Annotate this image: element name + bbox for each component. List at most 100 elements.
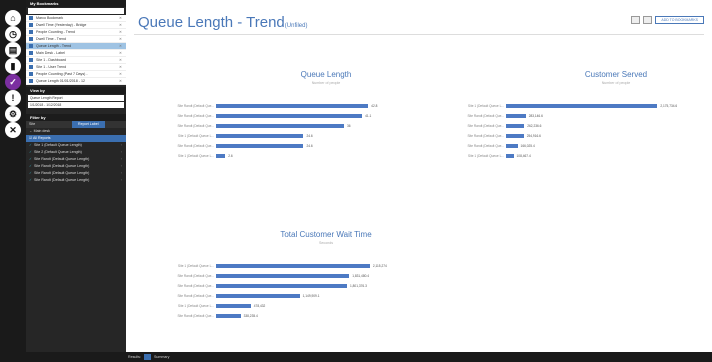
bar-value-label: 166,025.4 <box>520 144 535 148</box>
bar-label: Site Randt (Default Que... <box>177 114 215 118</box>
bookmark-item[interactable]: Queue Length 01/01/2018 - 12 ✕ <box>26 78 126 85</box>
bar-value-label: 338,235.4 <box>243 314 258 318</box>
bookmark-search-input[interactable] <box>28 8 124 14</box>
remove-icon[interactable]: ✕ <box>119 43 122 49</box>
bookmark-item[interactable]: People Counting (Past 7 Days) - ✕ <box>26 71 126 78</box>
bar[interactable] <box>216 144 304 148</box>
bar-value-label: 1,149,909.1 <box>302 294 320 298</box>
bookmark-icon <box>29 51 33 56</box>
bookmarks-header: My Bookmarks <box>26 0 126 7</box>
bar-label: Site 1 (Default Queue L... <box>468 104 504 108</box>
remove-icon[interactable]: ✕ <box>119 36 122 42</box>
bar-label: Site Randt (Default Que... <box>177 104 215 108</box>
bookmark-icon <box>29 16 33 21</box>
filter-item[interactable]: ✓ Site Randt (Default Queue Length) › <box>26 170 126 177</box>
bar[interactable] <box>506 124 525 128</box>
remove-icon[interactable]: ✕ <box>119 57 122 63</box>
filter-item[interactable]: ✓ Site 1 (Default Queue Length) › <box>26 142 126 149</box>
bar[interactable] <box>216 304 251 308</box>
bar-label: Site Randt (Default Que... <box>177 144 215 148</box>
check-icon: ✓ <box>29 164 33 168</box>
remove-icon[interactable]: ✕ <box>119 15 122 21</box>
info-icon: › <box>120 164 122 168</box>
bookmark-item[interactable]: Queue Length - Trend ✕ <box>26 43 126 50</box>
bar-label: Site Randt (Default Que... <box>467 144 505 148</box>
filter-back-button[interactable]: ← Main desk <box>26 128 126 135</box>
summary-icon[interactable] <box>143 354 151 361</box>
filter-list: ✓ Site 1 (Default Queue Length) › ✓ Site 2 (… <box>26 142 126 184</box>
bar[interactable] <box>216 294 300 298</box>
bar-value-label: 283,146.6 <box>528 114 543 118</box>
bar[interactable] <box>216 274 350 278</box>
close-icon[interactable]: ✕ <box>5 122 21 138</box>
bookmark-item[interactable]: Site 1 - Dashboard ✕ <box>26 57 126 64</box>
bar[interactable] <box>216 154 226 158</box>
bar-value-label: 262,236.6 <box>527 124 542 128</box>
bookmark-icon <box>29 58 33 63</box>
chart-icon[interactable]: ▮ <box>5 58 21 74</box>
remove-icon[interactable]: ✕ <box>119 64 122 70</box>
bar[interactable] <box>216 114 363 118</box>
filter-item[interactable]: ✓ Site Randt (Default Queue Length) › <box>26 177 126 184</box>
chart-subtitle: Number of people <box>601 81 631 85</box>
remove-icon[interactable]: ✕ <box>119 29 122 35</box>
bookmark-item[interactable]: Dwell Time (Yesterday) - Bridge ✕ <box>26 22 126 29</box>
bar[interactable] <box>506 104 658 108</box>
dashboard-icon[interactable]: ◷ <box>5 26 21 42</box>
bar[interactable] <box>506 134 524 138</box>
filter-item[interactable]: ✓ Site Randt (Default Queue Length) › <box>26 163 126 170</box>
remove-icon[interactable]: ✕ <box>119 22 122 28</box>
remove-icon[interactable]: ✕ <box>119 50 122 56</box>
bar[interactable] <box>506 114 526 118</box>
home-icon[interactable]: ⌂ <box>5 10 21 26</box>
info-icon: › <box>120 157 122 161</box>
bar-label: Site Randt (Default Que... <box>177 124 215 128</box>
bar[interactable] <box>216 284 347 288</box>
filter-item[interactable]: ✓ Site Randt (Default Queue Length) › <box>26 156 126 163</box>
bookmark-icon <box>29 79 33 84</box>
alert-icon[interactable]: ! <box>5 90 21 106</box>
remove-icon[interactable]: ✕ <box>119 71 122 77</box>
remove-icon[interactable]: ✕ <box>119 78 122 84</box>
bar-value-label: 1,801,376.3 <box>350 284 367 288</box>
bar-value-label: 36 <box>347 124 351 128</box>
bar[interactable] <box>216 264 370 268</box>
date-range-field[interactable]: 1/1/2018 - 1/12/2018 <box>28 102 124 108</box>
bookmark-item[interactable]: Marco Bookmark ✕ <box>26 15 126 22</box>
filter-all-reports[interactable]: ☑ All Reports <box>26 135 126 142</box>
bookmark-icon <box>29 37 33 42</box>
export-icon[interactable] <box>631 15 641 24</box>
bar-value-label: 1,831,480.4 <box>352 274 370 278</box>
bookmark-item[interactable]: Main Desk - Label ✕ <box>26 50 126 57</box>
report-select[interactable]: Queue Length Report <box>28 95 124 101</box>
bookmark-icon <box>29 72 33 77</box>
toolbar: ADD TO BOOKMARKS <box>631 15 704 24</box>
print-icon[interactable] <box>643 15 653 24</box>
check-icon[interactable]: ✓ <box>5 74 21 90</box>
bar-label: Site 1 (Default Queue L... <box>468 154 504 158</box>
report-icon[interactable]: ▤ <box>5 42 21 58</box>
check-icon: ✓ <box>29 178 33 182</box>
main-area: Queue Length - Trend(Unfiled) ADD TO BOO… <box>126 0 712 352</box>
bookmark-item[interactable]: Site 1 - User Trend ✕ <box>26 64 126 71</box>
bar-label: Site 1 (Default Queue L... <box>178 154 214 158</box>
bar[interactable] <box>506 154 514 158</box>
bar[interactable] <box>216 134 304 138</box>
settings-icon[interactable]: ⚙ <box>5 106 21 122</box>
bar[interactable] <box>216 314 241 318</box>
add-bookmark-button[interactable]: ADD TO BOOKMARKS <box>655 15 704 24</box>
bookmark-icon <box>29 44 33 49</box>
bar-value-label: 108,467.4 <box>516 154 531 158</box>
info-icon: › <box>120 143 122 147</box>
bookmark-item[interactable]: Dwell Time - Trend ✕ <box>26 36 126 43</box>
bar-label: Site 1 (Default Queue L... <box>178 264 214 268</box>
viewby-header: View by <box>26 87 126 94</box>
filter-item[interactable]: ✓ Site 2 (Default Queue Length) › <box>26 149 126 156</box>
bookmark-item[interactable]: People Counting - Trend ✕ <box>26 29 126 36</box>
bar[interactable] <box>506 144 518 148</box>
bookmark-icon <box>29 65 33 70</box>
app-rail: ⌂ ◷ ▤ ▮ ✓! ⚙ ✕ <box>0 0 26 362</box>
bar-value-label: 478,432 <box>253 304 266 308</box>
bar[interactable] <box>216 104 369 108</box>
bar[interactable] <box>216 124 344 128</box>
